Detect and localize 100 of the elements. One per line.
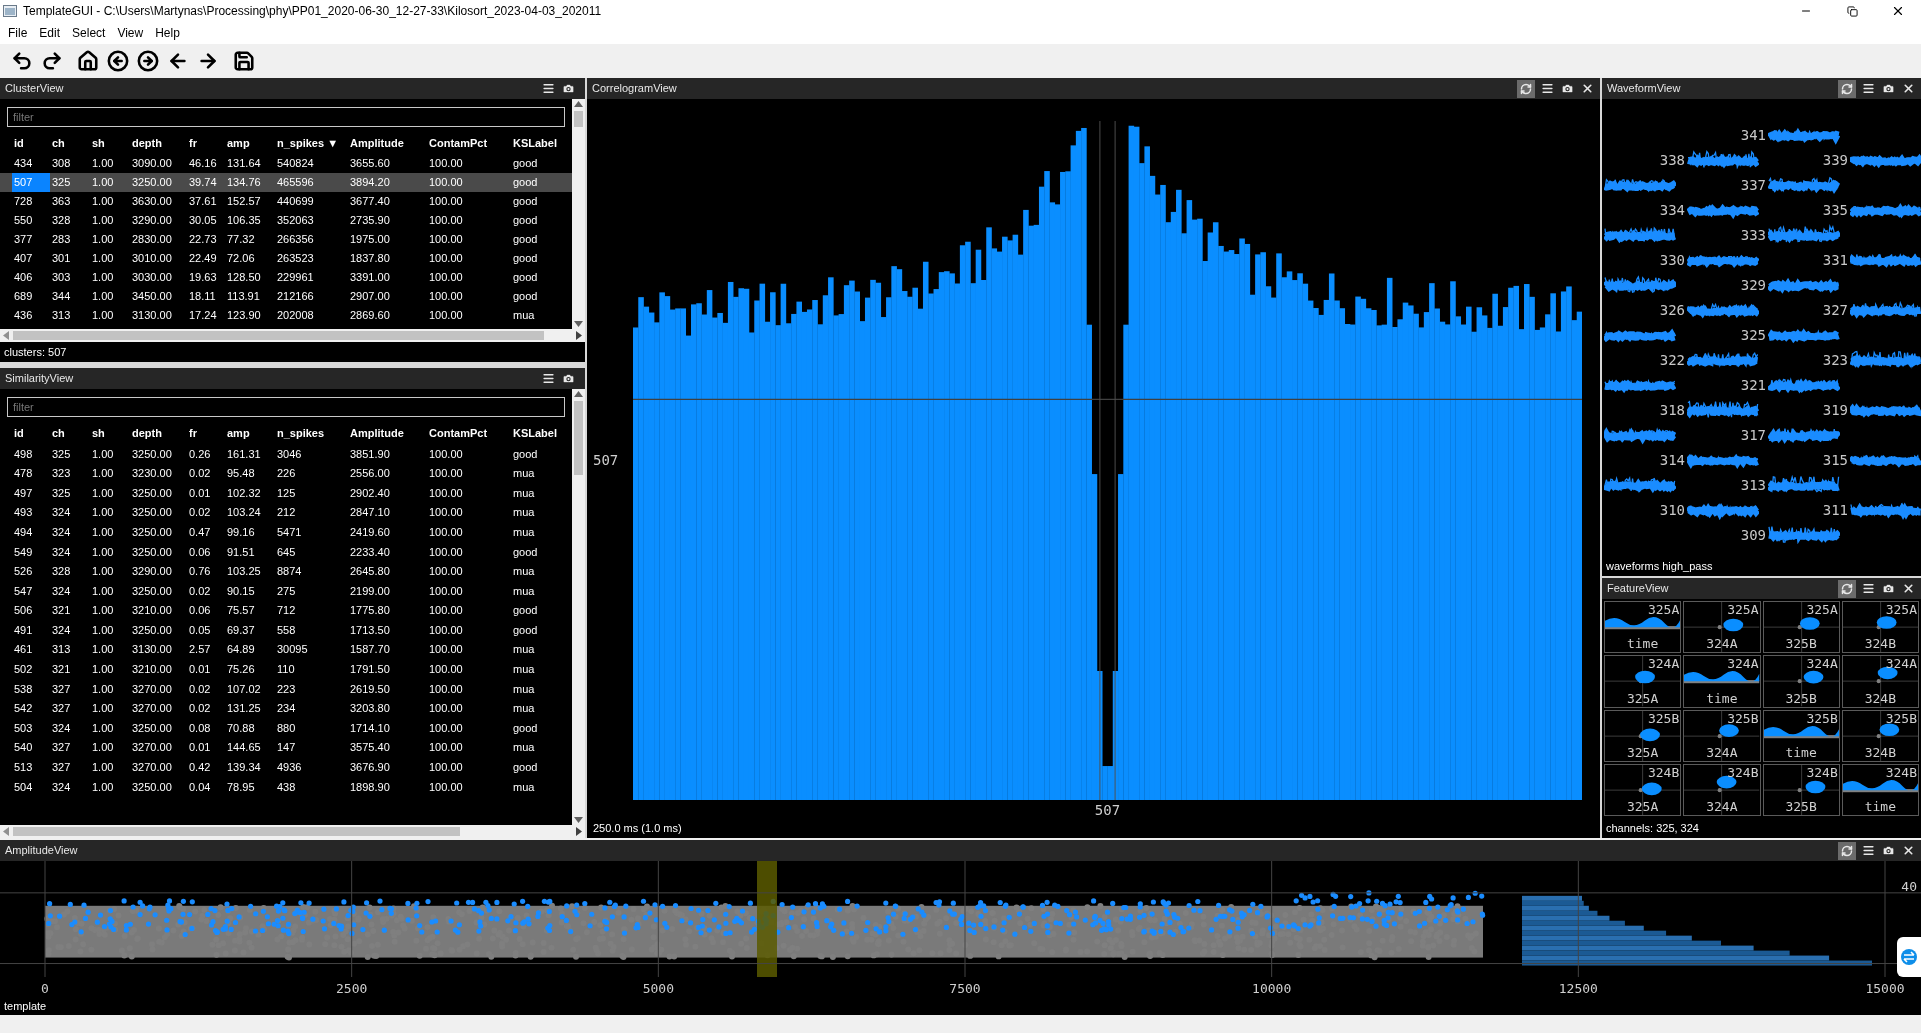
toolbar-button[interactable] bbox=[232, 48, 256, 74]
column-header[interactable]: sh bbox=[92, 424, 132, 442]
menu-item[interactable]: Help bbox=[149, 24, 186, 42]
table-cell-text: 3210.00 bbox=[131, 603, 173, 619]
feature-plot[interactable]: 324B 325B bbox=[1762, 763, 1840, 816]
column-header[interactable]: fr bbox=[189, 134, 227, 152]
column-header[interactable]: depth bbox=[132, 134, 189, 152]
column-header[interactable]: KSLabel bbox=[513, 424, 569, 442]
column-header[interactable]: sh bbox=[92, 134, 132, 152]
feature-plot[interactable]: 324A 325B bbox=[1762, 655, 1840, 708]
scroll-right-icon[interactable] bbox=[576, 827, 582, 836]
feature-plot[interactable]: 324B 324A bbox=[1683, 763, 1761, 816]
feature-label: 324B bbox=[1885, 764, 1917, 781]
column-header[interactable]: ch bbox=[52, 134, 92, 152]
table-cell-text: 491 bbox=[13, 622, 34, 638]
table-cell-text: 100.00 bbox=[428, 779, 464, 795]
scrollbar-thumb[interactable] bbox=[13, 331, 545, 340]
scroll-right-icon[interactable] bbox=[576, 331, 582, 340]
toolbar-button[interactable] bbox=[106, 48, 130, 74]
table-cell-text: 324 bbox=[51, 779, 72, 795]
menu-item[interactable]: File bbox=[2, 24, 34, 42]
feature-plot[interactable]: 325A 325B bbox=[1762, 601, 1840, 654]
table-cell-text: 1.00 bbox=[91, 681, 115, 697]
feature-plot[interactable]: 325A 324A bbox=[1683, 601, 1761, 654]
scroll-left-icon[interactable] bbox=[3, 827, 9, 836]
feature-plot[interactable]: 324B time bbox=[1841, 763, 1919, 816]
table-cell-text: 103.25 bbox=[226, 564, 262, 580]
table-cell-text: 100.00 bbox=[428, 446, 464, 462]
scroll-up-icon[interactable] bbox=[574, 101, 583, 107]
feature-plot[interactable]: 325A time bbox=[1604, 601, 1682, 654]
scrollbar-thumb[interactable] bbox=[574, 111, 583, 127]
table-cell-text: 2419.60 bbox=[349, 524, 391, 540]
table-cell-text: 3090.00 bbox=[131, 156, 173, 172]
table-cell-text: 2830.00 bbox=[131, 232, 173, 248]
scrollbar-thumb[interactable] bbox=[13, 827, 461, 836]
feature-plot[interactable]: 324A 324B bbox=[1841, 655, 1919, 708]
channel-label: 338 bbox=[1658, 151, 1685, 170]
column-header[interactable]: ContamPct bbox=[429, 134, 513, 152]
table-cell-text: 1.00 bbox=[91, 583, 115, 599]
toolbar-button[interactable] bbox=[76, 48, 100, 74]
column-header[interactable]: n_spikes bbox=[277, 424, 350, 442]
side-tab[interactable] bbox=[1897, 937, 1921, 977]
table-row[interactable]: 507 325 1.00 3250.00 39.74 134.76 465596 3894.20 100.00 good bbox=[0, 173, 572, 192]
scroll-down-icon[interactable] bbox=[574, 321, 583, 327]
filter-field[interactable]: filter bbox=[7, 107, 565, 127]
column-header[interactable]: id bbox=[14, 424, 52, 442]
feature-plot[interactable]: 324B 325A bbox=[1604, 763, 1682, 816]
scroll-down-icon[interactable] bbox=[574, 817, 583, 823]
camera-icon bbox=[561, 372, 575, 385]
column-header[interactable]: ContamPct bbox=[429, 424, 513, 442]
vertical-scrollbar[interactable] bbox=[572, 389, 585, 825]
feature-plot[interactable]: 325A 324B bbox=[1841, 601, 1919, 654]
refresh-button[interactable] bbox=[1838, 579, 1856, 598]
menu-item[interactable]: View bbox=[111, 24, 150, 42]
table-cell-text: 2199.00 bbox=[349, 583, 391, 599]
feature-plot[interactable]: 324A time bbox=[1683, 655, 1761, 708]
refresh-icon bbox=[1841, 582, 1853, 595]
column-header[interactable]: id bbox=[14, 134, 52, 152]
table-cell-text: 344 bbox=[51, 289, 72, 305]
column-header[interactable]: depth bbox=[132, 424, 189, 442]
feature-plot[interactable]: 324A 325A bbox=[1604, 655, 1682, 708]
table-cell-text: 328 bbox=[51, 213, 72, 229]
table-cell-text: 2645.80 bbox=[349, 564, 391, 580]
channel-label: 322 bbox=[1658, 351, 1685, 370]
refresh-button[interactable] bbox=[1838, 841, 1856, 860]
column-header[interactable]: amp bbox=[227, 424, 277, 442]
column-header[interactable]: Amplitude bbox=[350, 424, 429, 442]
feature-plot[interactable]: 325B 324A bbox=[1683, 709, 1761, 762]
scroll-up-icon[interactable] bbox=[574, 391, 583, 397]
table-cell-text: 102.32 bbox=[226, 485, 262, 501]
column-header[interactable]: KSLabel bbox=[513, 134, 569, 152]
feature-label: 324B bbox=[1863, 636, 1898, 653]
axis-tick-label: 5000 bbox=[642, 980, 674, 999]
refresh-button[interactable] bbox=[1517, 79, 1535, 98]
table-cell-text: 542 bbox=[13, 701, 34, 717]
column-header[interactable]: Amplitude bbox=[350, 134, 429, 152]
feature-plot[interactable]: 325B 325A bbox=[1604, 709, 1682, 762]
toolbar-button[interactable] bbox=[136, 48, 160, 74]
table-cell-text: 3270.00 bbox=[131, 740, 173, 756]
menu-item[interactable]: Select bbox=[66, 24, 112, 42]
column-header[interactable]: amp bbox=[227, 134, 277, 152]
filter-field[interactable]: filter bbox=[7, 397, 565, 417]
scrollbar-thumb[interactable] bbox=[574, 401, 583, 475]
menu-item[interactable]: Edit bbox=[33, 24, 67, 42]
column-header[interactable]: n_spikes ▼ bbox=[277, 134, 350, 152]
horizontal-scrollbar[interactable] bbox=[0, 825, 585, 838]
panel-title: FeatureView bbox=[1607, 581, 1670, 597]
horizontal-scrollbar[interactable] bbox=[0, 329, 585, 342]
menu-icon bbox=[1861, 82, 1875, 95]
feature-plot[interactable]: 325B 324B bbox=[1841, 709, 1919, 762]
vertical-scrollbar[interactable] bbox=[572, 99, 585, 329]
refresh-button[interactable] bbox=[1838, 79, 1856, 98]
table-cell-text: 100.00 bbox=[428, 308, 464, 324]
feature-plot[interactable]: 325B time bbox=[1762, 709, 1840, 762]
scroll-left-icon[interactable] bbox=[3, 331, 9, 340]
table-cell-text: 37.61 bbox=[188, 194, 218, 210]
column-header[interactable]: ch bbox=[52, 424, 92, 442]
column-header[interactable]: fr bbox=[189, 424, 227, 442]
table-cell-text: 212 bbox=[276, 505, 297, 521]
table-cell-text: 438 bbox=[276, 779, 297, 795]
